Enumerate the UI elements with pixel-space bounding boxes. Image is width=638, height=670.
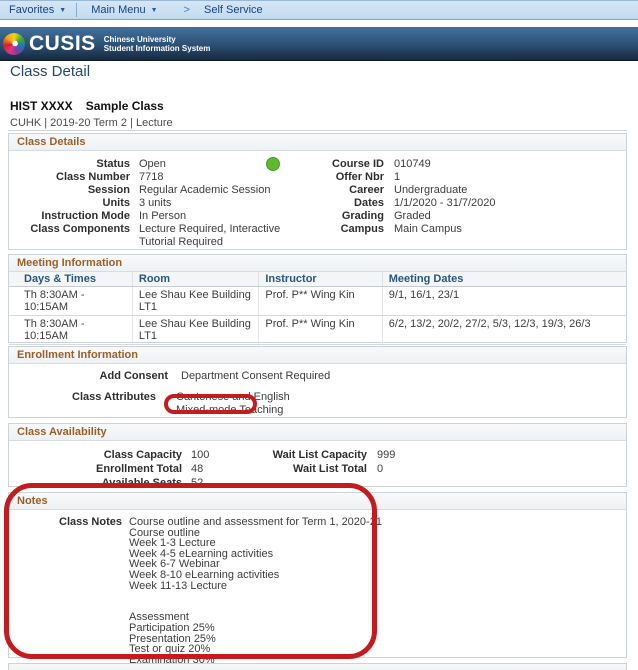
detail-row-available-seats: Available Seats52 (10, 476, 209, 490)
table-row: Th 8:30AM - 10:15AM Lee Shau Kee Buildin… (9, 287, 626, 316)
cell-instructor: Prof. P** Wing Kin (259, 316, 382, 345)
breadcrumb-separator-icon: > (184, 4, 190, 16)
course-code: HIST XXXX (10, 99, 73, 113)
course-heading: HIST XXXX Sample Class (10, 99, 164, 113)
cell-instructor: Prof. P** Wing Kin (259, 287, 382, 316)
section-class-details: Class Details StatusOpen Class Number771… (8, 133, 627, 250)
section-class-details-title: Class Details (9, 134, 626, 151)
app-name: CUSIS (29, 33, 96, 54)
app-tagline-line2: Student Information System (104, 44, 211, 53)
detail-row-status: StatusOpen (10, 158, 305, 171)
main-menu[interactable]: Main Menu ▼ (91, 4, 157, 16)
detail-row-class-attributes: Class Attributes Cantonese and English M… (10, 391, 290, 417)
cell-room: Lee Shau Kee Building LT1 (132, 287, 258, 316)
cell-days-times: Th 8:30AM - 10:15AM (9, 287, 132, 316)
top-navbar: Favorites ▼ Main Menu ▼ > Self Service (0, 0, 638, 20)
detail-row-class-components: Class ComponentsLecture Required, Intera… (10, 223, 305, 249)
course-title: Sample Class (86, 99, 164, 113)
detail-row-dates: Dates1/1/2020 - 31/7/2020 (299, 197, 619, 210)
detail-row-grading: GradingGraded (299, 210, 619, 223)
breadcrumb-current-label: Self Service (204, 4, 263, 16)
cell-days-times: Th 8:30AM - 10:15AM (9, 316, 132, 345)
section-meeting-information: Meeting Information Days & Times Room In… (8, 254, 627, 343)
section-availability-title: Class Availability (9, 424, 626, 441)
class-details-right-column: Course ID010749 Offer Nbr1 CareerUndergr… (299, 158, 619, 236)
app-tagline: Chinese University Student Information S… (104, 35, 211, 53)
class-details-left-column: StatusOpen Class Number7718 SessionRegul… (10, 158, 305, 249)
availability-right-column: Wait List Capacity999 Wait List Total0 (239, 448, 395, 476)
section-enrollment-information: Enrollment Information Add Consent Depar… (8, 346, 627, 418)
detail-row-instruction-mode: Instruction ModeIn Person (10, 210, 305, 223)
app-tagline-line1: Chinese University (104, 35, 211, 44)
course-subtitle: CUHK | 2019-20 Term 2 | Lecture (10, 117, 173, 129)
detail-row-enrollment-total: Enrollment Total48 (10, 462, 209, 476)
heading-divider (8, 130, 627, 131)
status-open-icon (266, 157, 280, 171)
column-header-meeting-dates: Meeting Dates (382, 272, 626, 287)
app-header-banner: CUSIS Chinese University Student Informa… (0, 27, 638, 61)
detail-row-class-capacity: Class Capacity100 (10, 448, 209, 462)
section-class-availability: Class Availability Class Capacity100 Enr… (8, 423, 627, 487)
favorites-menu[interactable]: Favorites ▼ (9, 4, 66, 16)
detail-row-career: CareerUndergraduate (299, 184, 619, 197)
detail-row-session: SessionRegular Academic Session (10, 184, 305, 197)
column-header-room: Room (132, 272, 258, 287)
meeting-table-header-row: Days & Times Room Instructor Meeting Dat… (9, 272, 626, 287)
favorites-label: Favorites (9, 4, 54, 16)
cusis-logo-icon (3, 33, 25, 55)
cell-room: Lee Shau Kee Building LT1 (132, 316, 258, 345)
column-header-instructor: Instructor (259, 272, 382, 287)
detail-row-units: Units3 units (10, 197, 305, 210)
page-title: Class Detail (10, 63, 90, 80)
next-section-bar-cutoff (8, 663, 627, 670)
detail-row-class-notes: Class Notes Course outline and assessmen… (10, 517, 382, 665)
class-detail-page: Favorites ▼ Main Menu ▼ > Self Service C… (0, 0, 638, 670)
detail-row-course-id: Course ID010749 (299, 158, 619, 171)
column-header-days-times: Days & Times (9, 272, 132, 287)
cell-meeting-dates: 9/1, 16/1, 23/1 (382, 287, 626, 316)
chevron-down-icon: ▼ (151, 7, 158, 14)
detail-row-class-number: Class Number7718 (10, 171, 305, 184)
table-row: Th 8:30AM - 10:15AM Lee Shau Kee Buildin… (9, 316, 626, 345)
detail-row-add-consent: Add Consent Department Consent Required (10, 370, 330, 383)
section-notes: Notes Class Notes Course outline and ass… (8, 492, 627, 658)
availability-left-column: Class Capacity100 Enrollment Total48 Ava… (10, 448, 209, 490)
class-notes-text: Course outline and assessment for Term 1… (129, 517, 382, 665)
breadcrumb-self-service[interactable]: Self Service (204, 4, 263, 16)
section-meeting-title: Meeting Information (9, 255, 626, 272)
chevron-down-icon: ▼ (59, 7, 66, 14)
navbar-divider (76, 3, 77, 17)
detail-row-campus: CampusMain Campus (299, 223, 619, 236)
detail-row-wait-list-capacity: Wait List Capacity999 (239, 448, 395, 462)
cell-meeting-dates: 6/2, 13/2, 20/2, 27/2, 5/3, 12/3, 19/3, … (382, 316, 626, 345)
main-menu-label: Main Menu (91, 4, 145, 16)
section-enrollment-title: Enrollment Information (9, 347, 626, 364)
detail-row-wait-list-total: Wait List Total0 (239, 462, 395, 476)
section-notes-title: Notes (9, 493, 626, 510)
detail-row-offer-nbr: Offer Nbr1 (299, 171, 619, 184)
